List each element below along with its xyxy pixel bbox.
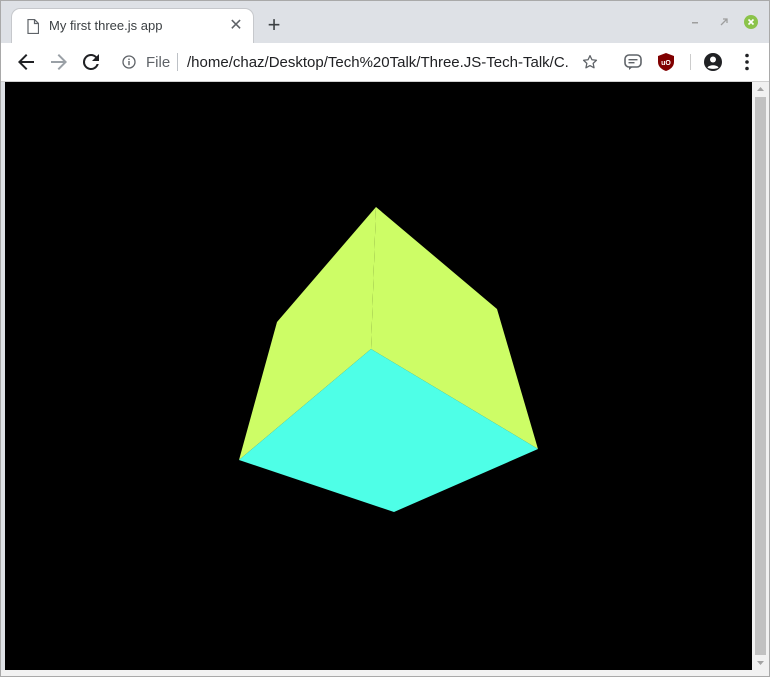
forward-arrow-icon[interactable]	[47, 50, 71, 74]
profile-icon[interactable]	[701, 50, 725, 74]
back-arrow-icon[interactable]	[14, 50, 38, 74]
url-text[interactable]: /home/chaz/Desktop/Tech%20Talk/Three.JS-…	[187, 54, 569, 71]
close-icon[interactable]	[744, 15, 758, 29]
browser-toolbar: File /home/chaz/Desktop/Tech%20Talk/Thre…	[1, 43, 769, 82]
tab-strip: My first three.js app ✕ +	[1, 1, 769, 43]
svg-text:uO: uO	[661, 60, 671, 67]
address-bar[interactable]: File /home/chaz/Desktop/Tech%20Talk/Thre…	[112, 47, 608, 77]
info-icon[interactable]	[122, 55, 136, 69]
maximize-icon[interactable]	[717, 15, 731, 29]
star-icon[interactable]	[581, 53, 599, 71]
scroll-thumb[interactable]	[755, 97, 766, 655]
tab-title: My first three.js app	[49, 18, 163, 33]
scroll-down-icon[interactable]	[752, 656, 769, 670]
chat-extension-icon[interactable]	[623, 52, 643, 72]
scheme-divider	[177, 53, 178, 71]
webgl-canvas[interactable]	[5, 82, 752, 670]
tab-close-icon[interactable]: ✕	[228, 18, 244, 34]
cube-scene	[239, 207, 538, 512]
scroll-up-icon[interactable]	[752, 82, 769, 96]
ublock-icon[interactable]: uO	[656, 52, 676, 72]
window-bottom-edge	[1, 670, 769, 676]
tab-active[interactable]: My first three.js app ✕	[12, 9, 253, 43]
minimize-icon[interactable]	[688, 15, 702, 29]
new-tab-button[interactable]: +	[263, 14, 285, 36]
scheme-label: File	[146, 54, 171, 71]
document-icon	[27, 19, 39, 34]
reload-icon[interactable]	[79, 50, 103, 74]
browser-window: My first three.js app ✕ + File /home/cha…	[0, 0, 770, 677]
vertical-scrollbar[interactable]	[752, 82, 769, 670]
kebab-menu-icon[interactable]	[735, 50, 759, 74]
toolbar-divider	[690, 54, 691, 70]
